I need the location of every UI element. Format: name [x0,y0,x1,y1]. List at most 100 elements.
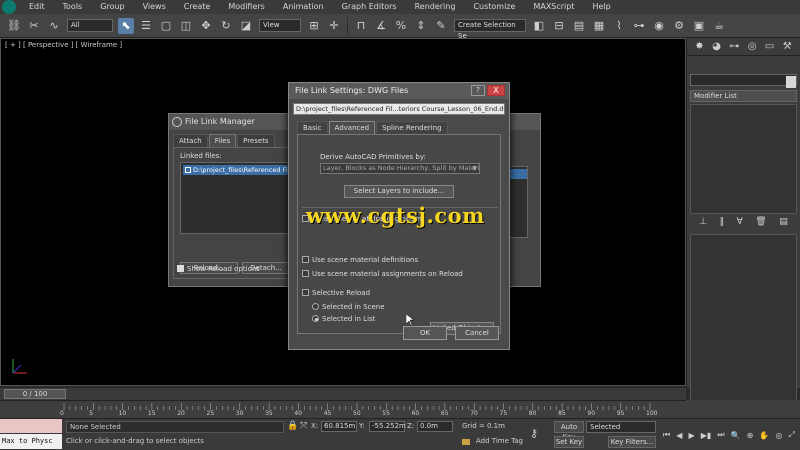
maximize-viewport-icon[interactable]: ⤢ [789,430,795,440]
x-coordinate-field[interactable]: 60.815m [321,421,357,432]
key-filters-button[interactable]: Key Filters... [608,436,656,448]
menu-modifiers[interactable]: Modifiers [219,0,274,14]
angle-snap-icon[interactable]: ∡ [373,18,389,34]
viewport-label[interactable]: [ + ] [ Perspective ] [ Wireframe ] [5,41,122,49]
menu-group[interactable]: Group [91,0,133,14]
add-time-tag[interactable]: Add Time Tag [476,437,523,445]
schematic-icon[interactable]: ⊶ [631,18,647,34]
ref-coord-select[interactable]: View [259,19,301,32]
menu-help[interactable]: Help [584,0,620,14]
selected-in-list-radio[interactable] [312,315,319,322]
menu-animation[interactable]: Animation [274,0,333,14]
select-by-name-icon[interactable]: ☰ [138,18,154,34]
show-end-icon[interactable]: ‖ [720,217,725,227]
hierarchy-icon[interactable]: ⊶ [729,41,739,52]
selective-reload-checkbox[interactable] [302,289,309,296]
render-frame-icon[interactable]: ▣ [691,18,707,34]
tab-files[interactable]: Files [208,134,237,147]
zoom-icon[interactable]: 🔍 [731,431,741,440]
tab-basic[interactable]: Basic [297,121,328,134]
y-coordinate-field[interactable]: -55.252m [369,421,406,432]
utilities-icon[interactable]: ⚒ [783,41,792,52]
menu-create[interactable]: Create [175,0,220,14]
named-selection-select[interactable]: Create Selection Se [454,19,526,40]
layer-icon[interactable]: ▤ [571,18,587,34]
prev-frame-icon[interactable]: ◀ [676,431,682,440]
use-scene-material-assign-checkbox[interactable] [302,270,309,277]
configure-icon[interactable]: ▤ [779,217,788,227]
pan-icon[interactable]: ✋ [759,431,769,440]
modifier-list-dropdown[interactable]: Modifier List [690,90,797,102]
align-icon[interactable]: ⊟ [551,18,567,34]
help-button[interactable]: ? [471,85,485,96]
scale-icon[interactable]: ◪ [238,18,254,34]
rotate-icon[interactable]: ↻ [218,18,234,34]
fls-title-bar[interactable]: File Link Settings: DWG Files ? X [289,83,509,99]
menu-views[interactable]: Views [134,0,175,14]
menu-tools[interactable]: Tools [54,0,92,14]
absolute-mode-icon[interactable]: ⤧ [300,421,307,431]
track-bar[interactable]: 0 5 10 15 20 25 30 35 40 45 50 55 60 65 70 75 80 85 90 95 10… [0,400,686,418]
material-editor-icon[interactable]: ◉ [651,18,667,34]
list-item[interactable]: D:\project_files\Referenced File [183,165,293,175]
select-layers-button[interactable]: Select Layers to include... [344,185,454,198]
make-unique-icon[interactable]: ∀ [737,217,743,227]
spinner-snap-icon[interactable]: ⇕ [413,18,429,34]
key-selection-dropdown[interactable]: Selected [586,421,656,433]
object-color-swatch[interactable] [786,76,796,88]
linked-files-list[interactable]: D:\project_files\Referenced File [180,162,296,234]
show-reload-checkbox[interactable] [177,265,184,272]
close-button[interactable]: X [487,85,505,96]
motion-icon[interactable]: ◎ [748,41,757,52]
pin-stack-icon[interactable]: ⊥ [699,217,707,227]
menu-graph-editors[interactable]: Graph Editors [333,0,406,14]
set-key-button[interactable]: Set Key [554,436,584,448]
cancel-button[interactable]: Cancel [455,326,499,340]
render-icon[interactable]: ☕ [711,18,727,34]
tab-attach[interactable]: Attach [173,134,208,147]
tab-spline-rendering[interactable]: Spline Rendering [376,121,448,134]
z-coordinate-field[interactable]: 0.0m [417,421,453,432]
menu-customize[interactable]: Customize [464,0,524,14]
file-link-manager-title[interactable]: File Link Manager [169,114,295,130]
ok-button[interactable]: OK [403,326,447,340]
selection-lock-icon[interactable]: 🔒 [287,421,298,431]
tab-presets[interactable]: Presets [237,134,275,147]
menu-edit[interactable]: Edit [20,0,54,14]
rect-region-icon[interactable]: ▢ [158,18,174,34]
key-icon[interactable]: ⚷ [530,427,538,440]
unlink-icon[interactable]: ✂ [26,18,42,34]
render-setup-icon[interactable]: ⚙ [671,18,687,34]
remove-modifier-icon[interactable]: 🗑 [755,217,766,227]
edit-named-icon[interactable]: ✎ [433,18,449,34]
auto-key-button[interactable]: Auto Key [554,421,584,441]
select-icon[interactable]: ⬉ [118,17,134,34]
link-icon[interactable]: ⛓ [6,18,22,34]
list-item-checkbox[interactable] [185,167,191,173]
menu-rendering[interactable]: Rendering [406,0,465,14]
tab-advanced[interactable]: Advanced [328,121,376,134]
play-icon[interactable]: ▶ [689,431,695,440]
maxscript-listener-bottom[interactable]: Max to Physc [0,434,62,449]
zoom-all-icon[interactable]: ⊕ [747,431,754,440]
derive-primitives-dropdown[interactable]: Layer, Blocks as Node Hierarchy, Split b… [320,163,480,174]
display-icon[interactable]: ▭ [765,41,774,52]
modify-icon[interactable]: ◕ [712,41,721,52]
goto-start-icon[interactable]: ⏮ [663,430,670,440]
goto-end-icon[interactable]: ⏭ [717,430,724,440]
next-frame-icon[interactable]: ▶▮ [701,431,712,440]
window-crossing-icon[interactable]: ◫ [178,18,194,34]
percent-snap-icon[interactable]: % [393,18,409,34]
menu-maxscript[interactable]: MAXScript [524,0,583,14]
app-logo-icon[interactable] [2,0,16,14]
bind-icon[interactable]: ∿ [46,18,62,34]
pivot-icon[interactable]: ⊞ [306,18,322,34]
modifier-stack[interactable] [690,104,797,214]
use-scene-material-checkbox[interactable] [302,256,309,263]
create-icon[interactable]: ✸ [695,41,703,52]
layer-manager-icon[interactable]: ▦ [591,18,607,34]
move-gizmo-icon[interactable]: ✛ [326,18,342,34]
time-slider[interactable]: 0 / 100 [0,388,686,400]
time-slider-thumb[interactable]: 0 / 100 [4,389,66,399]
curve-editor-icon[interactable]: ⌇ [611,18,627,34]
